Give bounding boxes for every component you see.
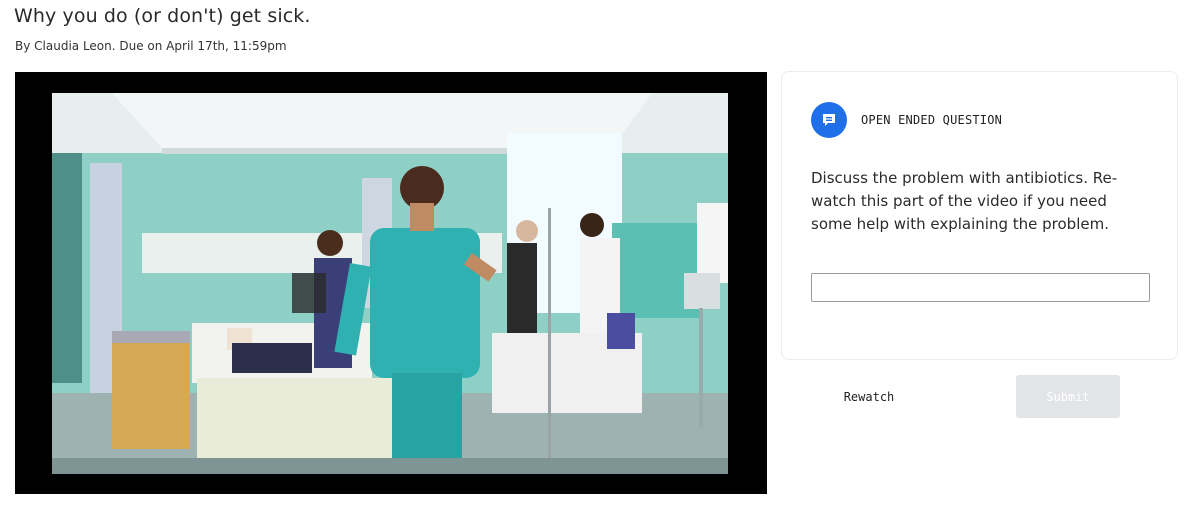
- question-prompt: Discuss the problem with antibiotics. Re…: [811, 169, 1118, 233]
- answer-input[interactable]: [811, 273, 1150, 302]
- rewatch-button[interactable]: Rewatch: [820, 383, 918, 411]
- chat-bubble-icon: [823, 114, 835, 126]
- assignment-title: Why you do (or don't) get sick.: [14, 5, 311, 27]
- question-type-label: OPEN ENDED QUESTION: [861, 113, 1003, 127]
- video-frame: [52, 93, 728, 474]
- question-card: OPEN ENDED QUESTION Discuss the problem …: [781, 71, 1178, 360]
- assignment-byline: By Claudia Leon. Due on April 17th, 11:5…: [15, 39, 287, 53]
- video-player[interactable]: [15, 72, 767, 494]
- question-badge: [811, 102, 847, 138]
- submit-button[interactable]: Submit: [1016, 375, 1120, 418]
- hospital-scene-image: [52, 93, 728, 474]
